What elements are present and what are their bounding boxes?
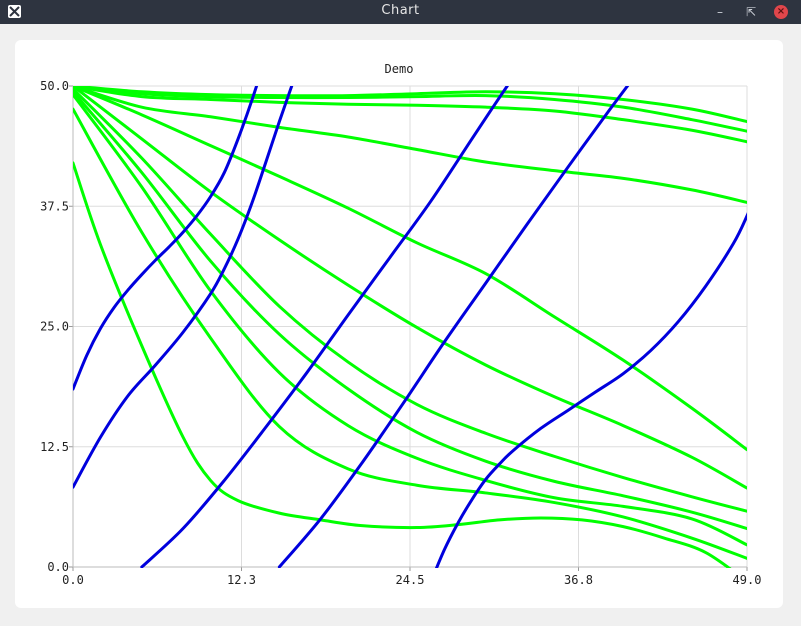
y-tick-label: 37.5 — [40, 199, 69, 213]
y-tick-label: 0.0 — [47, 560, 69, 574]
x-tick-label: 36.8 — [564, 573, 593, 587]
minimize-icon[interactable]: – — [712, 4, 728, 20]
title-bar: Chart – ⇱ × — [0, 0, 801, 24]
x-tick-label: 49.0 — [733, 573, 762, 587]
y-tick-label: 12.5 — [40, 440, 69, 454]
series-line-blue-14 — [277, 86, 630, 568]
close-icon[interactable]: × — [774, 5, 788, 19]
maximize-icon[interactable]: ⇱ — [743, 4, 759, 20]
x-tick-label: 24.5 — [396, 573, 425, 587]
grid — [72, 85, 748, 568]
chart-card: 0.0 12.3 24.5 36.8 49.0 0.0 12.5 25.0 37.5 50.0 D… — [15, 40, 783, 608]
chart-svg: 0.0 12.3 24.5 36.8 49.0 0.0 12.5 25.0 37.5 50.0 D… — [40, 62, 762, 587]
axes — [69, 85, 748, 571]
y-tick-label: 25.0 — [40, 320, 69, 334]
series-group — [73, 86, 747, 568]
chart-title: Demo — [385, 62, 414, 76]
x-tick-label: 12.3 — [227, 573, 256, 587]
x-tick-label: 0.0 — [62, 573, 84, 587]
y-tick-label: 50.0 — [40, 79, 69, 93]
window-title: Chart — [381, 3, 420, 18]
